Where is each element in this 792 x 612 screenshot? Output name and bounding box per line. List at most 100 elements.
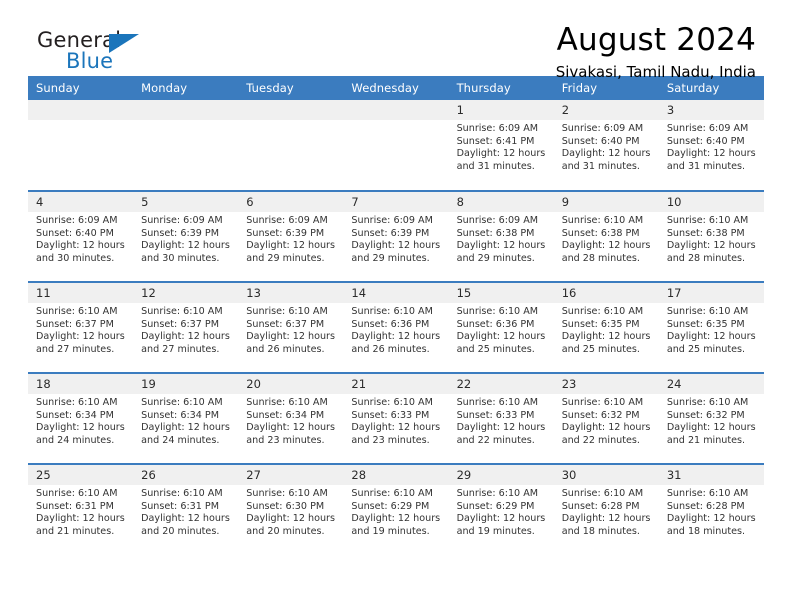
day-cell[interactable]: 20 Sunrise: 6:10 AM Sunset: 6:34 PM Dayligh… — [238, 372, 344, 464]
sunset-text: Sunset: 6:33 PM — [351, 409, 430, 421]
day-details: Sunrise: 6:10 AM Sunset: 6:33 PM Daylight:… — [343, 394, 448, 447]
sunset-text: Sunset: 6:37 PM — [141, 318, 219, 330]
sunset-text: Sunset: 6:29 PM — [456, 500, 535, 512]
day-details: Sunrise: 6:10 AM Sunset: 6:28 PM Daylight:… — [554, 485, 659, 538]
daylight-text-line1: Daylight: 12 hours — [351, 240, 441, 252]
daylight-text-line1: Daylight: 12 hours — [561, 422, 651, 434]
day-details: Sunrise: 6:10 AM Sunset: 6:34 PM Daylight:… — [133, 394, 238, 447]
sunset-text: Sunset: 6:33 PM — [456, 409, 535, 421]
day-cell[interactable]: 24 Sunrise: 6:10 AM Sunset: 6:32 PM Dayligh… — [658, 372, 764, 464]
day-cell[interactable]: 26 Sunrise: 6:10 AM Sunset: 6:31 PM Dayligh… — [133, 463, 239, 555]
daylight-text-line1: Daylight: 12 hours — [666, 513, 756, 525]
day-number: 29 — [448, 465, 554, 485]
day-cell[interactable]: 27 Sunrise: 6:10 AM Sunset: 6:30 PM Dayligh… — [238, 463, 344, 555]
sunset-text: Sunset: 6:28 PM — [666, 500, 745, 512]
sunset-text: Sunset: 6:32 PM — [666, 409, 745, 421]
daylight-text-line1: Daylight: 12 hours — [141, 513, 230, 525]
daylight-text-line1: Daylight: 12 hours — [456, 513, 546, 525]
daylight-text-line1: Daylight: 12 hours — [246, 240, 336, 252]
daylight-text-line2: and 31 minutes. — [561, 160, 640, 172]
daylight-text-line2: and 19 minutes. — [351, 525, 430, 537]
day-details: Sunrise: 6:10 AM Sunset: 6:34 PM Daylight:… — [28, 394, 133, 447]
daylight-text-line2: and 19 minutes. — [456, 525, 535, 537]
sunset-text: Sunset: 6:34 PM — [141, 409, 219, 421]
day-cell[interactable]: 8 Sunrise: 6:09 AM Sunset: 6:38 PM Daylight… — [448, 190, 554, 282]
day-cell[interactable]: 11 Sunrise: 6:10 AM Sunset: 6:37 PM Dayligh… — [28, 281, 134, 373]
sunset-text: Sunset: 6:37 PM — [36, 318, 114, 330]
day-cell[interactable]: 7 Sunrise: 6:09 AM Sunset: 6:39 PM Daylight… — [343, 190, 449, 282]
day-cell[interactable]: 6 Sunrise: 6:09 AM Sunset: 6:39 PM Daylight… — [238, 190, 344, 282]
day-details: Sunrise: 6:10 AM Sunset: 6:28 PM Daylight:… — [659, 485, 764, 538]
sunset-text: Sunset: 6:39 PM — [141, 227, 219, 239]
day-cell[interactable]: 21 Sunrise: 6:10 AM Sunset: 6:33 PM Dayligh… — [343, 372, 449, 464]
day-cell[interactable]: 1 Sunrise: 6:09 AM Sunset: 6:41 PM Daylight… — [448, 100, 554, 191]
day-cell[interactable]: 13 Sunrise: 6:10 AM Sunset: 6:37 PM Dayligh… — [238, 281, 344, 373]
daylight-text-line2: and 23 minutes. — [246, 434, 325, 446]
day-cell[interactable]: 5 Sunrise: 6:09 AM Sunset: 6:39 PM Daylight… — [133, 190, 239, 282]
daylight-text-line1: Daylight: 12 hours — [36, 513, 125, 525]
brand-name-blue: Blue — [66, 49, 114, 73]
day-cell[interactable]: 2 Sunrise: 6:09 AM Sunset: 6:40 PM Daylight… — [553, 100, 659, 191]
sunrise-text: Sunrise: 6:09 AM — [351, 215, 433, 226]
calendar-body: 1 Sunrise: 6:09 AM Sunset: 6:41 PM Daylight… — [28, 100, 764, 555]
title-block: August 2024 Sivakasi, Tamil Nadu, India — [556, 22, 756, 82]
day-cell[interactable]: 14 Sunrise: 6:10 AM Sunset: 6:36 PM Dayligh… — [343, 281, 449, 373]
daylight-text-line1: Daylight: 12 hours — [351, 422, 441, 434]
sunrise-text: Sunrise: 6:10 AM — [141, 488, 223, 499]
daylight-text-line2: and 25 minutes. — [456, 343, 535, 355]
sunrise-text: Sunrise: 6:09 AM — [456, 215, 539, 226]
sunset-text: Sunset: 6:30 PM — [246, 500, 325, 512]
brand-logo[interactable]: General Blue — [37, 28, 247, 84]
day-number: 5 — [133, 192, 239, 212]
day-cell[interactable]: 22 Sunrise: 6:10 AM Sunset: 6:33 PM Dayligh… — [448, 372, 554, 464]
calendar-week-row: 1 Sunrise: 6:09 AM Sunset: 6:41 PM Daylight… — [28, 100, 764, 191]
day-cell[interactable]: 31 Sunrise: 6:10 AM Sunset: 6:28 PM Dayligh… — [658, 463, 764, 555]
sunset-text: Sunset: 6:37 PM — [246, 318, 325, 330]
daylight-text-line2: and 29 minutes. — [456, 252, 535, 264]
sunrise-text: Sunrise: 6:09 AM — [36, 215, 118, 226]
day-cell[interactable]: 4 Sunrise: 6:09 AM Sunset: 6:40 PM Daylight… — [28, 190, 134, 282]
sunset-text: Sunset: 6:40 PM — [36, 227, 114, 239]
daylight-text-line2: and 22 minutes. — [561, 434, 640, 446]
day-cell[interactable]: 12 Sunrise: 6:10 AM Sunset: 6:37 PM Dayligh… — [133, 281, 239, 373]
daylight-text-line1: Daylight: 12 hours — [246, 422, 336, 434]
daylight-text-line1: Daylight: 12 hours — [36, 240, 125, 252]
day-cell[interactable]: 16 Sunrise: 6:10 AM Sunset: 6:35 PM Dayligh… — [553, 281, 659, 373]
sunset-text: Sunset: 6:39 PM — [246, 227, 325, 239]
day-cell[interactable]: 10 Sunrise: 6:10 AM Sunset: 6:38 PM Dayligh… — [658, 190, 764, 282]
day-cell[interactable]: 29 Sunrise: 6:10 AM Sunset: 6:29 PM Dayligh… — [448, 463, 554, 555]
day-cell[interactable]: 18 Sunrise: 6:10 AM Sunset: 6:34 PM Dayligh… — [28, 372, 134, 464]
sunrise-text: Sunrise: 6:10 AM — [351, 397, 433, 408]
sunset-text: Sunset: 6:38 PM — [561, 227, 640, 239]
sunset-text: Sunset: 6:36 PM — [456, 318, 535, 330]
sunset-text: Sunset: 6:40 PM — [561, 135, 640, 147]
day-cell[interactable]: 30 Sunrise: 6:10 AM Sunset: 6:28 PM Dayligh… — [553, 463, 659, 555]
sunrise-text: Sunrise: 6:09 AM — [561, 123, 644, 134]
daylight-text-line2: and 29 minutes. — [351, 252, 430, 264]
sunrise-text: Sunrise: 6:10 AM — [246, 306, 328, 317]
daylight-text-line1: Daylight: 12 hours — [666, 148, 756, 160]
day-details: Sunrise: 6:10 AM Sunset: 6:37 PM Daylight:… — [28, 303, 133, 356]
day-cell[interactable]: 28 Sunrise: 6:10 AM Sunset: 6:29 PM Dayligh… — [343, 463, 449, 555]
day-details: Sunrise: 6:10 AM Sunset: 6:31 PM Daylight:… — [133, 485, 238, 538]
sunset-text: Sunset: 6:34 PM — [36, 409, 114, 421]
day-number — [28, 100, 134, 120]
sunset-text: Sunset: 6:29 PM — [351, 500, 430, 512]
daylight-text-line2: and 23 minutes. — [351, 434, 430, 446]
day-cell[interactable]: 23 Sunrise: 6:10 AM Sunset: 6:32 PM Dayligh… — [553, 372, 659, 464]
day-number: 3 — [658, 100, 764, 120]
weekday-header-thursday: Thursday — [448, 76, 554, 100]
day-cell[interactable]: 17 Sunrise: 6:10 AM Sunset: 6:35 PM Dayligh… — [658, 281, 764, 373]
daylight-text-line2: and 26 minutes. — [246, 343, 325, 355]
day-cell[interactable]: 19 Sunrise: 6:10 AM Sunset: 6:34 PM Dayligh… — [133, 372, 239, 464]
page-header: General Blue August 2024 Sivakasi, Tamil… — [28, 0, 764, 81]
day-number: 6 — [238, 192, 344, 212]
day-cell[interactable]: 9 Sunrise: 6:10 AM Sunset: 6:38 PM Daylight… — [553, 190, 659, 282]
daylight-text-line1: Daylight: 12 hours — [666, 240, 756, 252]
daylight-text-line2: and 18 minutes. — [561, 525, 640, 537]
day-details: Sunrise: 6:09 AM Sunset: 6:39 PM Daylight:… — [343, 212, 448, 265]
day-cell[interactable]: 15 Sunrise: 6:10 AM Sunset: 6:36 PM Dayligh… — [448, 281, 554, 373]
sunrise-text: Sunrise: 6:10 AM — [666, 215, 749, 226]
day-cell[interactable]: 25 Sunrise: 6:10 AM Sunset: 6:31 PM Dayligh… — [28, 463, 134, 555]
day-cell[interactable]: 3 Sunrise: 6:09 AM Sunset: 6:40 PM Daylight… — [658, 100, 764, 191]
